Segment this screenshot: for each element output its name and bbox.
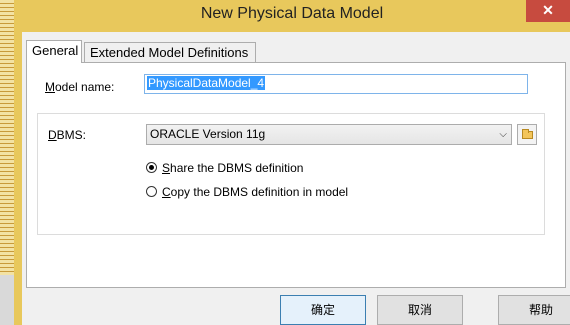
folder-icon [522,129,533,139]
help-button[interactable]: 帮助 [498,295,570,325]
share-dbms-radio[interactable] [146,162,157,173]
model-name-value: PhysicalDataModel_4 [147,76,266,90]
dbms-select[interactable]: ORACLE Version 11g ⌵ [146,124,512,145]
share-dbms-label: Share the DBMS definition [162,161,304,175]
close-button[interactable]: ✕ [526,0,570,22]
dialog-window: New Physical Data Model ✕ General Extend… [14,0,570,325]
background-app-panel [0,275,14,325]
model-name-input[interactable]: PhysicalDataModel_4 [144,74,528,94]
tab-general[interactable]: General [26,40,82,63]
general-panel: Model name: PhysicalDataModel_4 DBMS: OR… [26,62,566,288]
dbms-group: DBMS: ORACLE Version 11g ⌵ Share the DBM… [37,113,545,235]
title-bar[interactable]: New Physical Data Model ✕ [14,0,570,32]
dbms-selected-value: ORACLE Version 11g [150,127,266,141]
chevron-down-icon: ⌵ [499,129,507,140]
copy-dbms-label: Copy the DBMS definition in model [162,185,349,199]
browse-dbms-button[interactable] [517,124,537,145]
model-name-label: Model name: [45,80,115,94]
close-icon: ✕ [542,2,554,18]
dialog-title: New Physical Data Model [200,5,384,22]
cancel-button[interactable]: 取消 [377,295,463,325]
dialog-body: General Extended Model Definitions Model… [22,32,570,325]
ok-button[interactable]: 确定 [280,295,366,325]
dbms-label: DBMS: [48,128,87,142]
copy-dbms-radio[interactable] [146,186,157,197]
tab-extended-model-definitions[interactable]: Extended Model Definitions [84,42,256,62]
